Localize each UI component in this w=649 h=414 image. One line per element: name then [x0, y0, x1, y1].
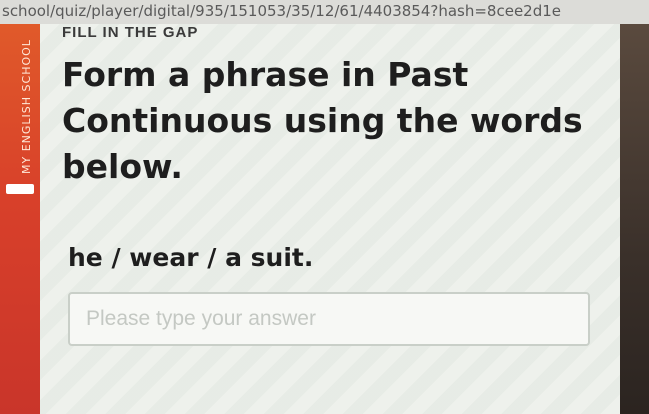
browser-url-bar[interactable]: school/quiz/player/digital/935/151053/35…	[0, 0, 649, 24]
question-line: Form a phrase in Past	[62, 55, 469, 94]
section-title: FILL IN THE GAP	[62, 24, 199, 41]
answer-input[interactable]	[68, 292, 590, 346]
brand-logo-mark	[6, 184, 34, 194]
dark-edge	[620, 24, 649, 414]
question-line: below.	[62, 147, 183, 186]
brand-vertical-text: MY ENGLISH SCHOOL	[20, 39, 33, 174]
prompt-words: he / wear / a suit.	[68, 243, 314, 272]
brand-sidebar: MY ENGLISH SCHOOL	[0, 24, 40, 414]
question-text: Form a phrase in Past Continuous using t…	[62, 52, 602, 190]
question-line: Continuous using the words	[62, 101, 583, 140]
